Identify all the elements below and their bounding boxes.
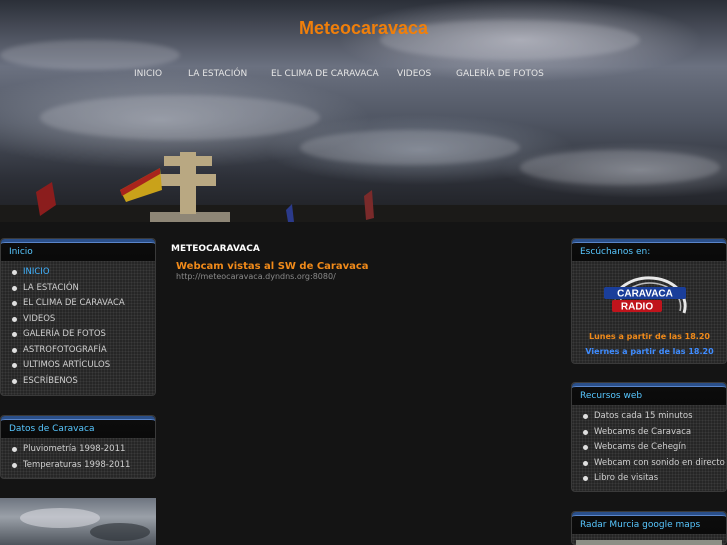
bullet-icon — [12, 270, 17, 275]
recursos-panel: Recursos web Datos cada 15 minutos Webca… — [571, 382, 727, 492]
ground-horizon — [0, 205, 727, 222]
recursos-title: Recursos web — [572, 383, 726, 405]
menu-item-ultimos-articulos[interactable]: ULTIMOS ARTÍCULOS — [1, 358, 155, 374]
menu-item-astrofotografia[interactable]: ASTROFOTOGRAFÍA — [1, 343, 155, 359]
main-heading: METEOCARAVACA — [171, 244, 260, 254]
caravaca-radio-logo[interactable]: CARAVACA RADIO — [600, 269, 698, 329]
nav-el-clima[interactable]: EL CLIMA DE CARAVACA — [271, 69, 379, 79]
radar-title: Radar Murcia google maps — [572, 512, 726, 534]
datos-item-temperaturas[interactable]: Temperaturas 1998-2011 — [1, 458, 155, 474]
radio-schedule-friday: Viernes a partir de las 18.20 — [585, 347, 714, 356]
bullet-icon — [12, 285, 17, 291]
post-title-link[interactable]: Webcam vistas al SW de Caravaca — [176, 261, 369, 272]
datos-list: Pluviometría 1998-2011 Temperaturas 1998… — [1, 438, 155, 473]
bullet-icon — [12, 447, 17, 452]
cross-arm-bottom — [160, 174, 216, 186]
recursos-list: Datos cada 15 minutos Webcams de Caravac… — [572, 405, 726, 487]
bullet-icon — [583, 429, 588, 435]
datos-item-pluviometria[interactable]: Pluviometría 1998-2011 — [1, 442, 155, 458]
menu-item-el-clima[interactable]: EL CLIMA DE CARAVACA — [1, 296, 155, 312]
menu-item-la-estacion[interactable]: LA ESTACIÓN — [1, 281, 155, 297]
menu-item-galeria[interactable]: GALERÍA DE FOTOS — [1, 327, 155, 343]
recursos-item-libro-visitas[interactable]: Libro de visitas — [572, 471, 726, 487]
site-title[interactable]: Meteocaravaca — [0, 18, 727, 39]
left-menu-panel: Inicio INICIO LA ESTACIÓN EL CLIMA DE CA… — [0, 238, 156, 396]
datos-title: Datos de Caravaca — [1, 416, 155, 438]
recursos-item-datos[interactable]: Datos cada 15 minutos — [572, 409, 726, 425]
nav-la-estacion[interactable]: LA ESTACIÓN — [188, 69, 247, 79]
bullet-icon — [12, 378, 17, 384]
bullet-icon — [12, 301, 17, 306]
recursos-item-webcam-sonido[interactable]: Webcam con sonido en directo — [572, 456, 726, 472]
logo-text-bottom: RADIO — [621, 302, 653, 313]
recursos-item-webcams-caravaca[interactable]: Webcams de Caravaca — [572, 425, 726, 441]
menu-item-inicio[interactable]: INICIO — [1, 265, 155, 281]
bullet-icon — [583, 445, 588, 450]
radio-panel: Escúchanos en: CARAVACA RADIO Lunes a pa… — [571, 238, 727, 364]
post-url[interactable]: http://meteocaravaca.dyndns.org:8080/ — [176, 272, 336, 281]
satellite-image[interactable] — [0, 498, 156, 545]
logo-text-top: CARAVACA — [617, 289, 673, 300]
recursos-item-webcams-cehegin[interactable]: Webcams de Cehegín — [572, 440, 726, 456]
menu-item-escribenos[interactable]: ESCRÍBENOS — [1, 374, 155, 390]
radar-map-preview[interactable] — [576, 540, 722, 545]
left-menu-title: Inicio — [1, 239, 155, 261]
left-menu-list: INICIO LA ESTACIÓN EL CLIMA DE CARAVACA … — [1, 261, 155, 389]
nav-videos[interactable]: VIDEOS — [397, 69, 431, 79]
nav-galeria[interactable]: GALERÍA DE FOTOS — [456, 69, 544, 79]
bullet-icon — [12, 462, 17, 468]
bullet-icon — [12, 347, 17, 353]
bullet-icon — [583, 414, 588, 419]
bullet-icon — [12, 332, 17, 337]
datos-panel: Datos de Caravaca Pluviometría 1998-2011… — [0, 415, 156, 479]
menu-item-videos[interactable]: VIDEOS — [1, 312, 155, 328]
bullet-icon — [583, 460, 588, 466]
radar-panel: Radar Murcia google maps — [571, 511, 727, 545]
bullet-icon — [583, 476, 588, 481]
radio-title: Escúchanos en: — [572, 239, 726, 261]
header-banner: Meteocaravaca INICIO LA ESTACIÓN EL CLIM… — [0, 0, 727, 222]
radio-schedule-monday: Lunes a partir de las 18.20 — [589, 332, 710, 341]
cross-arm-top — [164, 156, 212, 166]
bullet-icon — [12, 363, 17, 368]
bullet-icon — [12, 316, 17, 322]
nav-inicio[interactable]: INICIO — [134, 69, 162, 79]
